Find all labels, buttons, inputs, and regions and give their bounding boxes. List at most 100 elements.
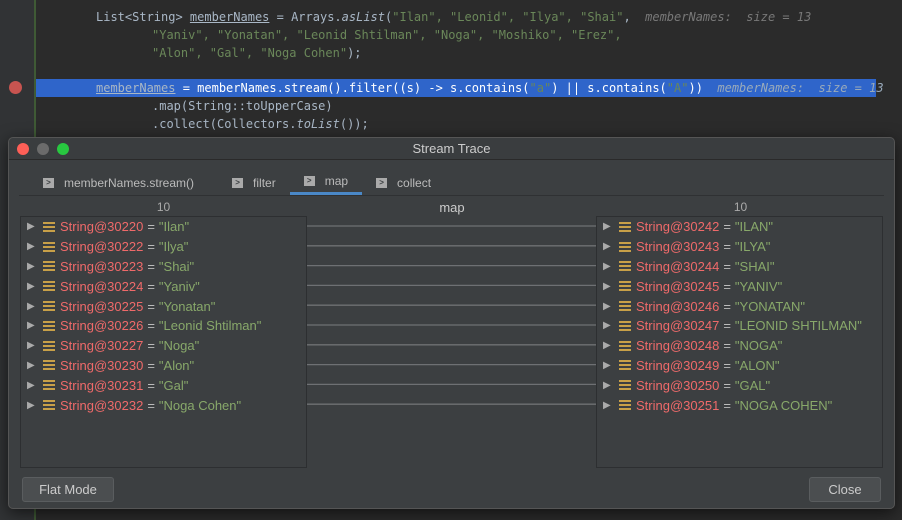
object-value: "NOGA COHEN" xyxy=(734,397,833,413)
expand-arrow-icon[interactable]: ▶ xyxy=(21,400,43,411)
expand-arrow-icon[interactable]: ▶ xyxy=(597,360,619,371)
equals-sign: = xyxy=(147,318,155,334)
list-item[interactable]: ▶ String@30231 = "Gal" xyxy=(21,375,306,395)
field-icon xyxy=(43,281,55,292)
object-id: String@30222 xyxy=(60,239,144,255)
object-id: String@30244 xyxy=(636,258,720,274)
list-item[interactable]: ▶ String@30248 = "NOGA" xyxy=(597,336,882,356)
mapping-links xyxy=(307,225,597,405)
object-value: "Noga" xyxy=(158,338,200,354)
expand-arrow-icon[interactable]: ▶ xyxy=(21,221,43,232)
tab-map[interactable]: > map xyxy=(289,170,363,195)
step-icon: > xyxy=(232,177,244,188)
object-value: "Alon" xyxy=(158,357,195,373)
field-icon xyxy=(619,320,631,331)
object-id: String@30249 xyxy=(636,357,720,373)
field-icon xyxy=(43,320,55,331)
list-item[interactable]: ▶ String@30224 = "Yaniv" xyxy=(21,276,306,296)
list-item[interactable]: ▶ String@30223 = "Shai" xyxy=(21,257,306,277)
equals-sign: = xyxy=(723,357,731,373)
middle-label: map xyxy=(439,200,465,215)
left-count: 10 xyxy=(156,200,171,214)
object-value: "Yonatan" xyxy=(158,298,216,314)
expand-arrow-icon[interactable]: ▶ xyxy=(21,241,43,252)
equals-sign: = xyxy=(723,298,731,314)
expand-arrow-icon[interactable]: ▶ xyxy=(597,340,619,351)
expand-arrow-icon[interactable]: ▶ xyxy=(21,360,43,371)
list-item[interactable]: ▶ String@30251 = "NOGA COHEN" xyxy=(597,395,882,415)
output-values-list[interactable]: ▶ String@30242 = "ILAN" ▶ String@30243 = "ILYA"… xyxy=(596,216,883,468)
expand-arrow-icon[interactable]: ▶ xyxy=(597,261,619,272)
list-item[interactable]: ▶ String@30247 = "LEONID SHTILMAN" xyxy=(597,316,882,336)
expand-arrow-icon[interactable]: ▶ xyxy=(597,301,619,312)
object-value: "GAL" xyxy=(734,377,771,393)
breakpoint-icon[interactable] xyxy=(9,81,22,94)
flat-mode-button[interactable]: Flat Mode xyxy=(22,477,114,502)
step-icon: > xyxy=(376,177,388,188)
tab-filter[interactable]: > filter xyxy=(208,170,290,195)
object-id: String@30245 xyxy=(636,278,720,294)
field-icon xyxy=(43,400,55,411)
code-line: "Yaniv", "Yonatan", "Leonid Shtilman", "… xyxy=(152,28,622,42)
dialog-title: Stream Trace xyxy=(412,141,491,156)
equals-sign: = xyxy=(723,239,731,255)
object-id: String@30232 xyxy=(60,397,144,413)
input-values-list[interactable]: ▶ String@30220 = "Ilan" ▶ String@30222 = "Ilya"… xyxy=(20,216,307,468)
object-value: "YANIV" xyxy=(734,278,783,294)
list-item[interactable]: ▶ String@30225 = "Yonatan" xyxy=(21,296,306,316)
field-icon xyxy=(619,281,631,292)
expand-arrow-icon[interactable]: ▶ xyxy=(597,400,619,411)
object-id: String@30248 xyxy=(636,338,720,354)
equals-sign: = xyxy=(723,338,731,354)
list-item[interactable]: ▶ String@30222 = "Ilya" xyxy=(21,237,306,257)
tab-stream[interactable]: > memberNames.stream() xyxy=(19,170,208,195)
field-icon xyxy=(43,241,55,252)
equals-sign: = xyxy=(723,377,731,393)
list-item[interactable]: ▶ String@30246 = "YONATAN" xyxy=(597,296,882,316)
list-item[interactable]: ▶ String@30243 = "ILYA" xyxy=(597,237,882,257)
object-value: "Leonid Shtilman" xyxy=(158,318,262,334)
expand-arrow-icon[interactable]: ▶ xyxy=(597,281,619,292)
list-item[interactable]: ▶ String@30244 = "SHAI" xyxy=(597,257,882,277)
equals-sign: = xyxy=(147,219,155,235)
list-item[interactable]: ▶ String@30232 = "Noga Cohen" xyxy=(21,395,306,415)
tab-label: map xyxy=(324,174,349,188)
expand-arrow-icon[interactable]: ▶ xyxy=(21,281,43,292)
expand-arrow-icon[interactable]: ▶ xyxy=(597,221,619,232)
expand-arrow-icon[interactable]: ▶ xyxy=(21,301,43,312)
close-button[interactable]: Close xyxy=(809,477,881,502)
object-id: String@30225 xyxy=(60,298,144,314)
equals-sign: = xyxy=(147,357,155,373)
object-id: String@30220 xyxy=(60,219,144,235)
expand-arrow-icon[interactable]: ▶ xyxy=(597,241,619,252)
list-item[interactable]: ▶ String@30242 = "ILAN" xyxy=(597,217,882,237)
tab-label: collect xyxy=(397,175,432,190)
equals-sign: = xyxy=(723,258,731,274)
equals-sign: = xyxy=(147,397,155,413)
right-count: 10 xyxy=(733,200,748,214)
equals-sign: = xyxy=(147,338,155,354)
expand-arrow-icon[interactable]: ▶ xyxy=(597,320,619,331)
object-id: String@30243 xyxy=(636,239,720,255)
list-item[interactable]: ▶ String@30250 = "GAL" xyxy=(597,375,882,395)
field-icon xyxy=(619,241,631,252)
expand-arrow-icon[interactable]: ▶ xyxy=(21,340,43,351)
object-value: "Gal" xyxy=(158,377,189,393)
list-item[interactable]: ▶ String@30245 = "YANIV" xyxy=(597,276,882,296)
equals-sign: = xyxy=(147,239,155,255)
field-icon xyxy=(619,221,631,232)
code-line: List<String> memberNames = Arrays.asList… xyxy=(96,10,812,24)
expand-arrow-icon[interactable]: ▶ xyxy=(597,380,619,391)
tab-collect[interactable]: > collect xyxy=(362,170,445,195)
expand-arrow-icon[interactable]: ▶ xyxy=(21,261,43,272)
list-item[interactable]: ▶ String@30227 = "Noga" xyxy=(21,336,306,356)
equals-sign: = xyxy=(147,258,155,274)
list-item[interactable]: ▶ String@30249 = "ALON" xyxy=(597,356,882,376)
list-item[interactable]: ▶ String@30220 = "Ilan" xyxy=(21,217,306,237)
step-icon: > xyxy=(43,177,54,188)
expand-arrow-icon[interactable]: ▶ xyxy=(21,320,43,331)
expand-arrow-icon[interactable]: ▶ xyxy=(21,380,43,391)
list-item[interactable]: ▶ String@30230 = "Alon" xyxy=(21,356,306,376)
list-item[interactable]: ▶ String@30226 = "Leonid Shtilman" xyxy=(21,316,306,336)
equals-sign: = xyxy=(147,278,155,294)
